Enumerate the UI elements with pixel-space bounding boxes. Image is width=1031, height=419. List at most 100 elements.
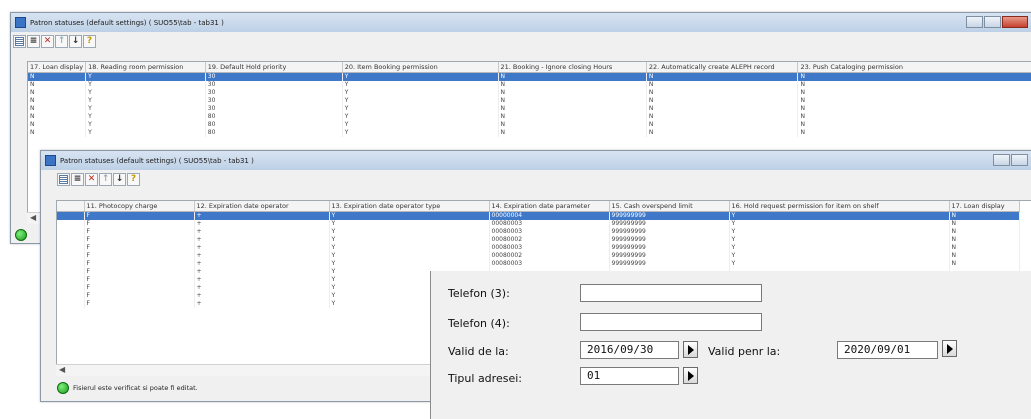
valid-to-picker-button[interactable]: [942, 340, 957, 357]
table-cell[interactable]: N: [797, 89, 1031, 97]
telefon3-field[interactable]: [580, 284, 762, 302]
table-cell[interactable]: +: [194, 244, 330, 252]
table-cell[interactable]: 999999999: [609, 244, 730, 252]
table-cell[interactable]: N: [498, 105, 647, 113]
table-cell[interactable]: N: [646, 72, 799, 81]
column-header[interactable]: 16. Hold request permission for item on …: [729, 201, 950, 212]
valid-to-field[interactable]: 2020/09/01: [837, 341, 938, 359]
window-titlebar[interactable]: Patron statuses (default settings) ( SUO…: [11, 13, 1031, 32]
table-cell[interactable]: 00000004: [489, 211, 610, 220]
scroll-left-icon[interactable]: ◀: [30, 213, 36, 222]
table-cell[interactable]: N: [498, 81, 647, 89]
table-cell[interactable]: 999999999: [609, 236, 730, 244]
table-cell[interactable]: F: [84, 300, 195, 308]
table-cell[interactable]: N: [797, 81, 1031, 89]
help-icon[interactable]: ?: [127, 172, 140, 186]
table-cell[interactable]: N: [797, 121, 1031, 129]
address-type-dropdown-button[interactable]: [683, 367, 698, 384]
table-cell[interactable]: N: [949, 260, 1020, 268]
table-cell[interactable]: +: [194, 236, 330, 244]
table-cell[interactable]: Y: [729, 252, 950, 260]
table-row[interactable]: N Y 30 Y N N N: [28, 97, 1031, 105]
table-cell[interactable]: Y: [85, 113, 206, 121]
table-cell[interactable]: N: [949, 252, 1020, 260]
valid-from-field[interactable]: 2016/09/30: [580, 341, 679, 359]
table-row[interactable]: F + Y 00000004 999999999 Y N: [57, 211, 1020, 220]
table-cell[interactable]: 00080002: [489, 252, 610, 260]
table-cell[interactable]: N: [28, 72, 87, 81]
table-cell[interactable]: Y: [85, 81, 206, 89]
table-cell[interactable]: F: [84, 211, 195, 220]
table-cell[interactable]: F: [84, 260, 195, 268]
table-row[interactable]: N Y 80 Y N N N: [28, 129, 1031, 137]
table-cell[interactable]: N: [28, 105, 87, 113]
column-header[interactable]: 12. Expiration date operator: [194, 201, 330, 212]
table-cell[interactable]: Y: [329, 244, 490, 252]
table-row[interactable]: N Y 30 Y N N N: [28, 89, 1031, 97]
table-cell[interactable]: +: [194, 260, 330, 268]
table-cell[interactable]: Y: [85, 105, 206, 113]
column-header[interactable]: 21. Booking - Ignore closing Hours: [498, 62, 647, 73]
table-cell[interactable]: Y: [729, 236, 950, 244]
table-cell[interactable]: 30: [205, 89, 343, 97]
table-cell[interactable]: N: [28, 81, 87, 89]
column-header[interactable]: 19. Default Hold priority: [205, 62, 343, 73]
table-cell[interactable]: N: [28, 129, 87, 137]
table-cell[interactable]: Y: [342, 72, 499, 81]
table-cell[interactable]: Y: [342, 89, 499, 97]
table-cell[interactable]: +: [194, 268, 330, 276]
table-cell[interactable]: N: [28, 89, 87, 97]
table-cell[interactable]: +: [194, 252, 330, 260]
table-cell[interactable]: 999999999: [609, 220, 730, 228]
table-cell[interactable]: N: [646, 89, 799, 97]
table-cell[interactable]: 999999999: [609, 211, 730, 220]
table-row[interactable]: F + Y 00080002 999999999 Y N: [57, 236, 1020, 244]
table-row[interactable]: F + Y 00080002 999999999 Y N: [57, 252, 1020, 260]
table-cell[interactable]: +: [194, 211, 330, 220]
table-cell[interactable]: 00080003: [489, 228, 610, 236]
grid-icon[interactable]: [57, 172, 70, 186]
maximize-button[interactable]: [1011, 154, 1028, 166]
valid-from-picker-button[interactable]: [683, 341, 698, 358]
table-cell[interactable]: Y: [729, 260, 950, 268]
table-cell[interactable]: F: [84, 228, 195, 236]
table-cell[interactable]: 80: [205, 121, 343, 129]
column-header[interactable]: 23. Push Cataloging permission: [797, 62, 1031, 73]
table-cell[interactable]: Y: [85, 129, 206, 137]
table-cell[interactable]: Y: [342, 81, 499, 89]
table-cell[interactable]: N: [646, 129, 799, 137]
table-cell[interactable]: Y: [729, 211, 950, 220]
table-cell[interactable]: N: [949, 220, 1020, 228]
table-cell[interactable]: F: [84, 236, 195, 244]
table-cell[interactable]: +: [194, 220, 330, 228]
table-cell[interactable]: 00080003: [489, 260, 610, 268]
table-cell[interactable]: N: [797, 129, 1031, 137]
window-titlebar[interactable]: Patron statuses (default settings) ( SUO…: [41, 151, 1031, 170]
table-cell[interactable]: N: [498, 97, 647, 105]
table-cell[interactable]: Y: [329, 236, 490, 244]
table-cell[interactable]: 00080003: [489, 220, 610, 228]
arrow-down-icon[interactable]: ↓: [113, 172, 126, 186]
table-cell[interactable]: F: [84, 244, 195, 252]
table-cell[interactable]: 30: [205, 72, 343, 81]
minimize-button[interactable]: [993, 154, 1010, 166]
table-cell[interactable]: N: [949, 244, 1020, 252]
table-cell[interactable]: N: [949, 236, 1020, 244]
table-row[interactable]: N Y 80 Y N N N: [28, 113, 1031, 121]
table-cell[interactable]: N: [498, 72, 647, 81]
column-header[interactable]: 11. Photocopy charge: [84, 201, 195, 212]
table-cell[interactable]: N: [797, 113, 1031, 121]
table-cell[interactable]: N: [797, 97, 1031, 105]
table-cell[interactable]: N: [28, 97, 87, 105]
grid-icon[interactable]: [13, 34, 26, 48]
close-button[interactable]: [1002, 16, 1028, 28]
table-cell[interactable]: 00080002: [489, 236, 610, 244]
table-cell[interactable]: F: [84, 284, 195, 292]
table-cell[interactable]: 80: [205, 129, 343, 137]
table-cell[interactable]: Y: [342, 113, 499, 121]
table-cell[interactable]: 30: [205, 81, 343, 89]
table-cell[interactable]: N: [646, 105, 799, 113]
help-icon[interactable]: ?: [83, 34, 96, 48]
column-header[interactable]: 13. Expiration date operator type: [329, 201, 490, 212]
table-row[interactable]: N Y 30 Y N N N: [28, 81, 1031, 89]
